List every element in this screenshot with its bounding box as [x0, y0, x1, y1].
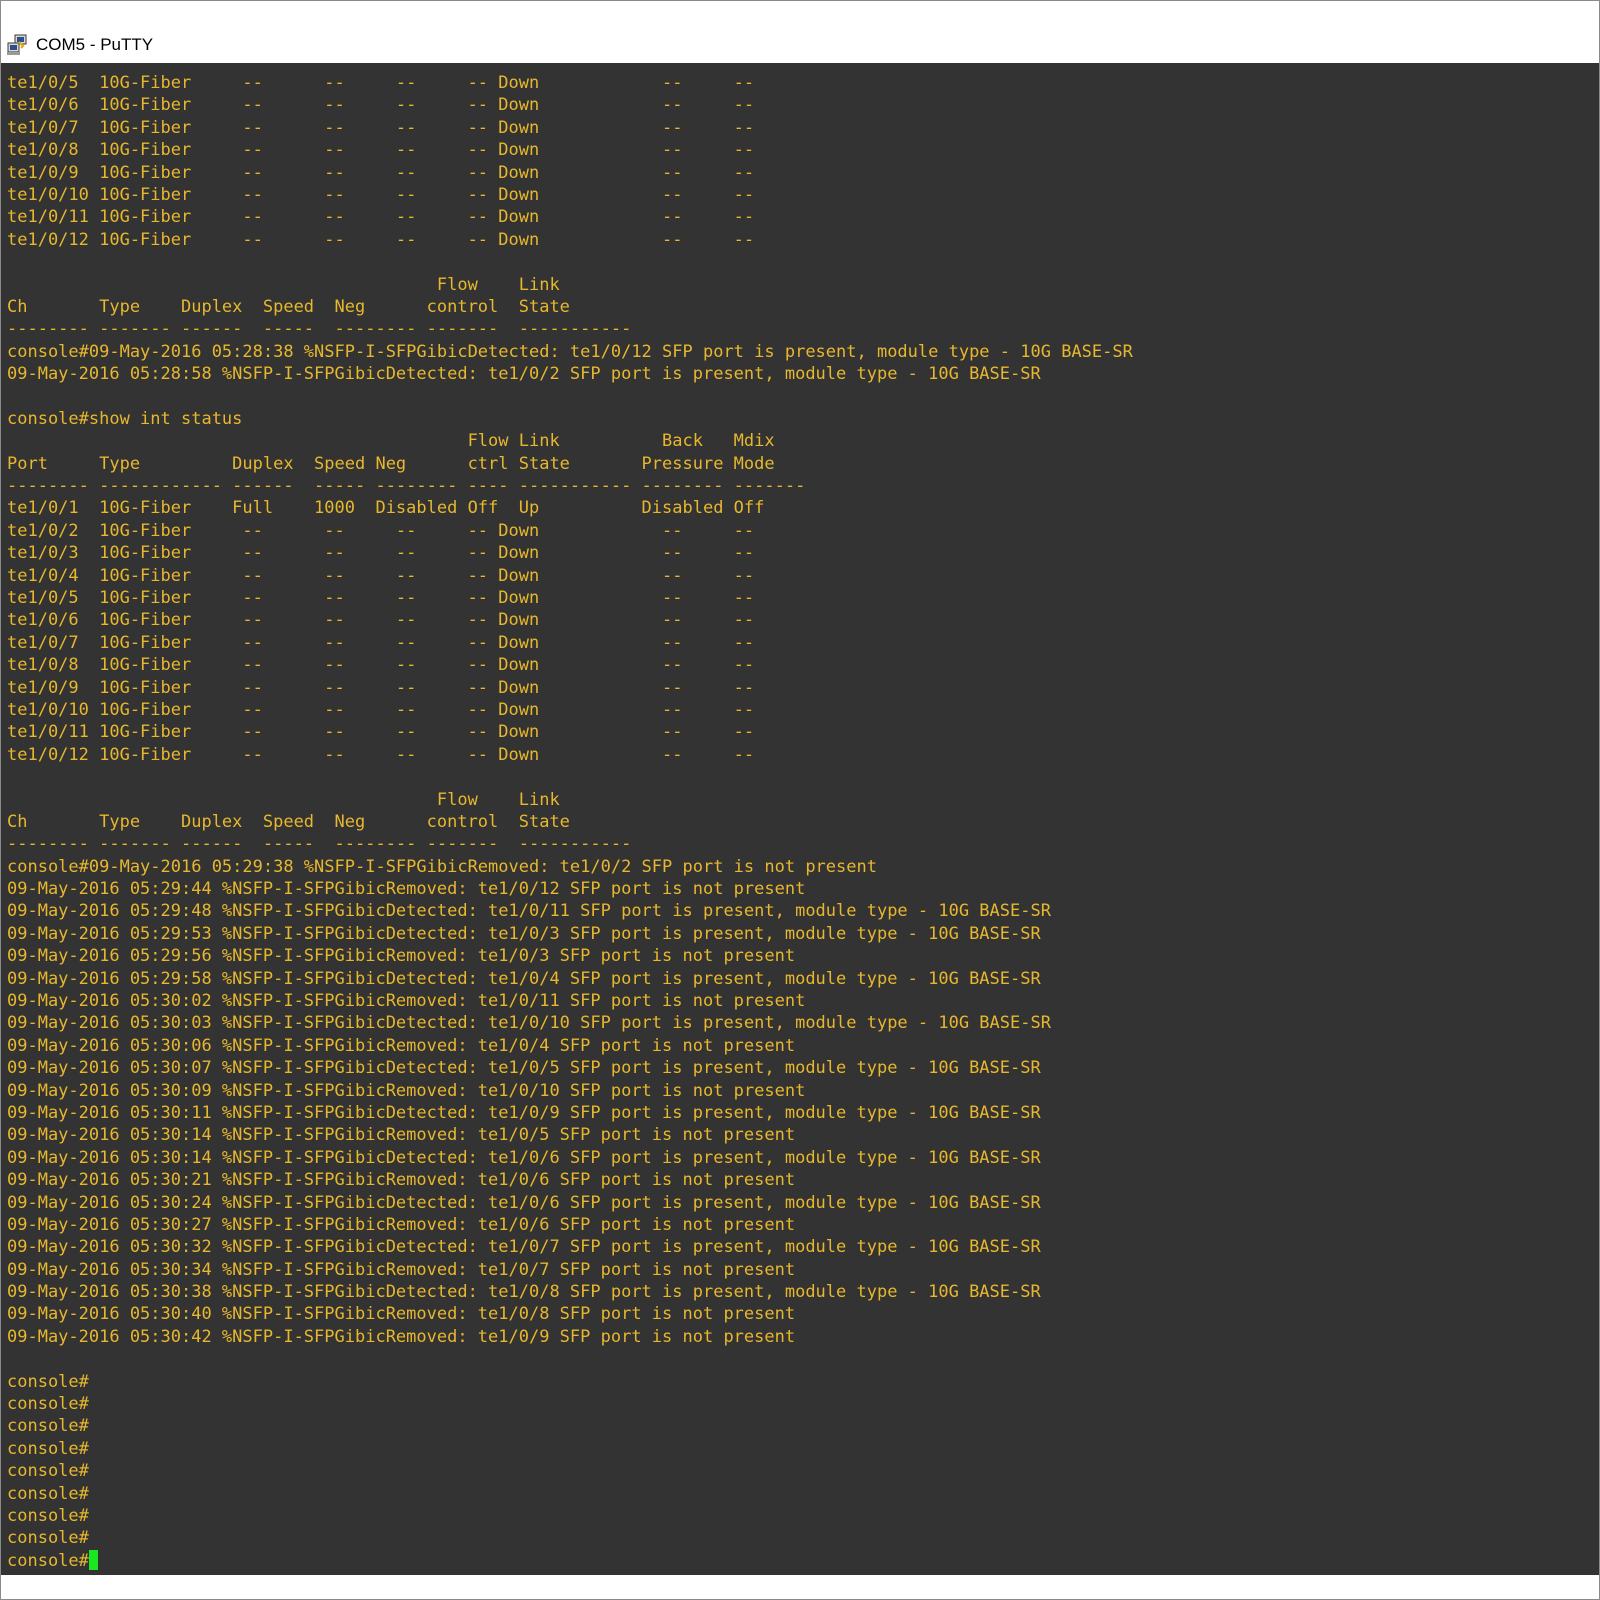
putty-icon[interactable] — [6, 34, 28, 56]
terminal-line: Flow Link Back Mdix — [7, 431, 775, 452]
terminal-line: 09-May-2016 05:29:58 %NSFP-I-SFPGibicDet… — [7, 968, 1041, 989]
title-bar[interactable]: COM5 - PuTTY — [1, 1, 1599, 63]
terminal-line: te1/0/9 10G-Fiber -- -- -- -- Down -- -- — [7, 162, 755, 183]
terminal-line: te1/0/5 10G-Fiber -- -- -- -- Down -- -- — [7, 587, 755, 608]
terminal-line: te1/0/3 10G-Fiber -- -- -- -- Down -- -- — [7, 543, 755, 564]
terminal-line: te1/0/12 10G-Fiber -- -- -- -- Down -- -… — [7, 744, 755, 765]
terminal-line: 09-May-2016 05:29:48 %NSFP-I-SFPGibicDet… — [7, 901, 1051, 922]
terminal-line: Flow Link — [7, 274, 560, 295]
terminal-screen[interactable]: te1/0/5 10G-Fiber -- -- -- -- Down -- --… — [1, 63, 1599, 1575]
terminal-line: te1/0/6 10G-Fiber -- -- -- -- Down -- -- — [7, 95, 755, 116]
terminal-line: te1/0/11 10G-Fiber -- -- -- -- Down -- -… — [7, 207, 755, 228]
terminal-line: console#09-May-2016 05:28:38 %NSFP-I-SFP… — [7, 341, 1133, 362]
terminal-line: 09-May-2016 05:30:34 %NSFP-I-SFPGibicRem… — [7, 1259, 796, 1280]
terminal-prompt: console# — [7, 1550, 89, 1571]
terminal-line: -------- ------------ ------ ----- -----… — [7, 476, 806, 497]
putty-window: COM5 - PuTTY te1/0/5 10G-Fiber -- -- -- … — [0, 0, 1600, 1600]
terminal-line: 09-May-2016 05:30:38 %NSFP-I-SFPGibicDet… — [7, 1282, 1041, 1303]
terminal-line: 09-May-2016 05:29:44 %NSFP-I-SFPGibicRem… — [7, 879, 806, 900]
terminal-line: console#09-May-2016 05:29:38 %NSFP-I-SFP… — [7, 856, 877, 877]
terminal-line: Flow Link — [7, 789, 560, 810]
terminal-line: 09-May-2016 05:30:07 %NSFP-I-SFPGibicDet… — [7, 1058, 1041, 1079]
terminal-line: Ch Type Duplex Speed Neg control State — [7, 296, 570, 317]
terminal-line: 09-May-2016 05:30:40 %NSFP-I-SFPGibicRem… — [7, 1304, 796, 1325]
terminal-line: 09-May-2016 05:30:02 %NSFP-I-SFPGibicRem… — [7, 991, 806, 1012]
terminal-line: te1/0/7 10G-Fiber -- -- -- -- Down -- -- — [7, 117, 755, 138]
terminal-line: -------- ------- ------ ----- -------- -… — [7, 319, 632, 340]
terminal-line: 09-May-2016 05:30:27 %NSFP-I-SFPGibicRem… — [7, 1214, 796, 1235]
terminal-line: te1/0/4 10G-Fiber -- -- -- -- Down -- -- — [7, 565, 755, 586]
window-title: COM5 - PuTTY — [36, 35, 154, 54]
terminal-line: 09-May-2016 05:30:03 %NSFP-I-SFPGibicDet… — [7, 1013, 1051, 1034]
terminal-line: console#show int status — [7, 408, 243, 429]
terminal-line: 09-May-2016 05:30:14 %NSFP-I-SFPGibicDet… — [7, 1147, 1041, 1168]
terminal-line: Port Type Duplex Speed Neg ctrl State Pr… — [7, 453, 775, 474]
terminal-line: 09-May-2016 05:30:42 %NSFP-I-SFPGibicRem… — [7, 1326, 796, 1347]
terminal-line: te1/0/6 10G-Fiber -- -- -- -- Down -- -- — [7, 610, 755, 631]
terminal-output: te1/0/5 10G-Fiber -- -- -- -- Down -- --… — [7, 72, 1599, 1572]
terminal-line: 09-May-2016 05:29:56 %NSFP-I-SFPGibicRem… — [7, 946, 796, 967]
terminal-line: te1/0/10 10G-Fiber -- -- -- -- Down -- -… — [7, 699, 755, 720]
terminal-prompt-line[interactable]: console# — [7, 1549, 1599, 1572]
terminal-line: 09-May-2016 05:30:32 %NSFP-I-SFPGibicDet… — [7, 1237, 1041, 1258]
terminal-line: 09-May-2016 05:30:06 %NSFP-I-SFPGibicRem… — [7, 1035, 796, 1056]
terminal-line: console# — [7, 1506, 89, 1526]
terminal-line: 09-May-2016 05:28:58 %NSFP-I-SFPGibicDet… — [7, 364, 1041, 385]
terminal-line: 09-May-2016 05:30:14 %NSFP-I-SFPGibicRem… — [7, 1125, 796, 1146]
terminal-line: 09-May-2016 05:29:53 %NSFP-I-SFPGibicDet… — [7, 923, 1041, 944]
terminal-line: te1/0/5 10G-Fiber -- -- -- -- Down -- -- — [7, 73, 755, 93]
terminal-line: te1/0/7 10G-Fiber -- -- -- -- Down -- -- — [7, 632, 755, 653]
terminal-line: console# — [7, 1528, 89, 1549]
terminal-line: 09-May-2016 05:30:21 %NSFP-I-SFPGibicRem… — [7, 1170, 796, 1191]
terminal-line: te1/0/2 10G-Fiber -- -- -- -- Down -- -- — [7, 520, 755, 541]
terminal-line: 09-May-2016 05:30:24 %NSFP-I-SFPGibicDet… — [7, 1192, 1041, 1213]
terminal-line: Ch Type Duplex Speed Neg control State — [7, 811, 570, 832]
terminal-line: 09-May-2016 05:30:09 %NSFP-I-SFPGibicRem… — [7, 1080, 806, 1101]
terminal-line: -------- ------- ------ ----- -------- -… — [7, 834, 632, 855]
terminal-line: console# — [7, 1461, 89, 1482]
terminal-line: console# — [7, 1483, 89, 1504]
window-bottom-edge — [1, 1575, 1599, 1599]
terminal-line: te1/0/10 10G-Fiber -- -- -- -- Down -- -… — [7, 184, 755, 205]
terminal-line: te1/0/9 10G-Fiber -- -- -- -- Down -- -- — [7, 677, 755, 698]
terminal-line: console# — [7, 1416, 89, 1437]
terminal-line: console# — [7, 1438, 89, 1459]
terminal-line: te1/0/1 10G-Fiber Full 1000 Disabled Off… — [7, 498, 765, 519]
terminal-line: 09-May-2016 05:30:11 %NSFP-I-SFPGibicDet… — [7, 1102, 1041, 1123]
terminal-line: console# — [7, 1394, 89, 1415]
terminal-line: te1/0/11 10G-Fiber -- -- -- -- Down -- -… — [7, 722, 755, 743]
terminal-line: console# — [7, 1371, 89, 1392]
terminal-line: te1/0/8 10G-Fiber -- -- -- -- Down -- -- — [7, 655, 755, 676]
terminal-line: te1/0/8 10G-Fiber -- -- -- -- Down -- -- — [7, 140, 755, 161]
terminal-line: te1/0/12 10G-Fiber -- -- -- -- Down -- -… — [7, 229, 755, 250]
text-cursor — [88, 1549, 98, 1570]
